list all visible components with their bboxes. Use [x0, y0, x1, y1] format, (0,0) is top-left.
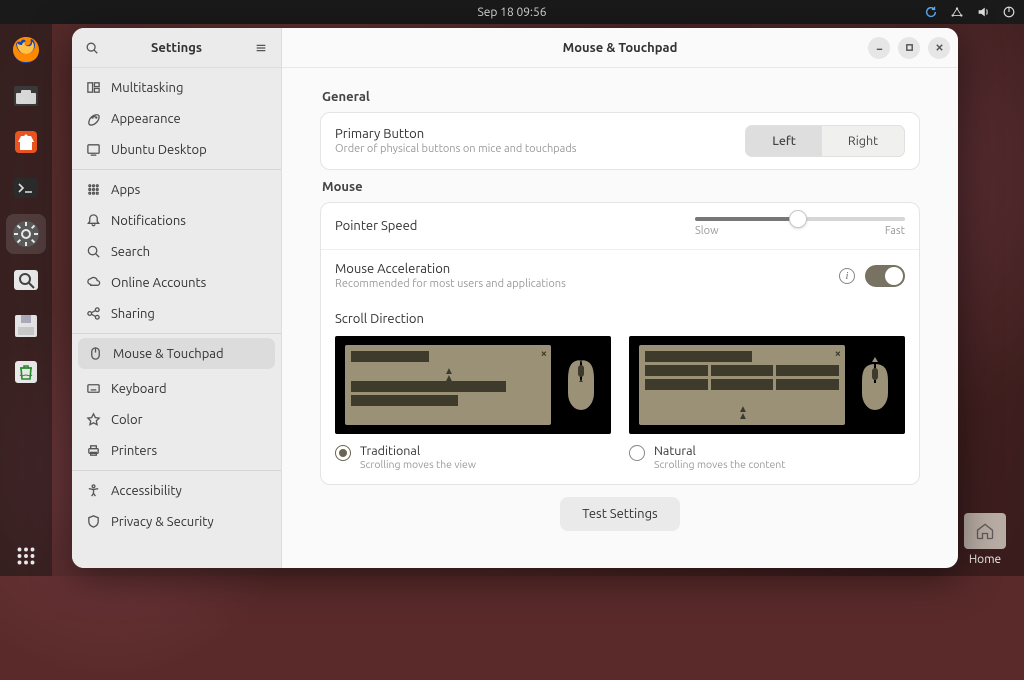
sidebar-item-label: Online Accounts — [111, 276, 206, 290]
scroll-option-natural[interactable]: × ▲▲ — [629, 336, 905, 470]
dock — [0, 24, 52, 576]
dock-app-software[interactable] — [6, 122, 46, 162]
natural-diagram: × ▲▲ — [629, 336, 905, 434]
sidebar-item-sharing[interactable]: Sharing — [72, 298, 281, 329]
traditional-radio[interactable] — [335, 445, 351, 461]
info-icon[interactable]: i — [839, 268, 855, 284]
natural-radio[interactable] — [629, 445, 645, 461]
primary-button-left[interactable]: Left — [746, 126, 822, 156]
test-settings-button[interactable]: Test Settings — [560, 497, 679, 531]
dock-app-trash[interactable] — [6, 352, 46, 392]
scroll-direction-label: Scroll Direction — [321, 302, 919, 326]
sidebar-item-label: Sharing — [111, 307, 155, 321]
sidebar-title: Settings — [151, 41, 202, 55]
sidebar-list: Multitasking Appearance Ubuntu Desktop A… — [72, 68, 281, 568]
mouse-icon — [855, 355, 895, 415]
traditional-title: Traditional — [360, 444, 476, 458]
sidebar-item-label: Accessibility — [111, 484, 182, 498]
primary-button-right[interactable]: Right — [822, 126, 904, 156]
sidebar-header: Settings — [72, 28, 281, 68]
sidebar-item-notifications[interactable]: Notifications — [72, 205, 281, 236]
sidebar-item-label: Multitasking — [111, 81, 183, 95]
slider-fast-label: Fast — [885, 225, 905, 237]
dock-app-terminal[interactable] — [6, 168, 46, 208]
sidebar-item-label: Privacy & Security — [111, 515, 214, 529]
scroll-direction-options: × ▲▲ — [321, 326, 919, 484]
status-tray[interactable] — [924, 5, 1016, 19]
sidebar-item-label: Mouse & Touchpad — [113, 347, 224, 361]
page-title: Mouse & Touchpad — [563, 41, 678, 55]
search-button[interactable] — [78, 34, 106, 62]
natural-sub: Scrolling moves the content — [654, 458, 785, 470]
primary-button-segmented: Left Right — [745, 125, 905, 157]
mouse-accel-row: Mouse Acceleration Recommended for most … — [321, 249, 919, 302]
pointer-speed-row: Pointer Speed Slow Fast — [321, 203, 919, 249]
dock-app-files[interactable] — [6, 76, 46, 116]
menu-button[interactable] — [247, 34, 275, 62]
section-title-mouse: Mouse — [322, 180, 920, 194]
dock-app-settings[interactable] — [6, 214, 46, 254]
sidebar-item-printers[interactable]: Printers — [72, 435, 281, 466]
sidebar-item-label: Apps — [111, 183, 140, 197]
refresh-icon — [924, 5, 938, 19]
top-panel: Sep 18 09:56 — [0, 0, 1024, 24]
desktop-home-label: Home — [969, 553, 1001, 566]
primary-button-sub: Order of physical buttons on mice and to… — [335, 143, 745, 155]
sidebar-item-label: Ubuntu Desktop — [111, 143, 207, 157]
network-icon — [950, 5, 964, 19]
desktop-home-icon[interactable]: Home — [964, 513, 1006, 566]
general-card: Primary Button Order of physical buttons… — [320, 112, 920, 170]
sidebar-item-appearance[interactable]: Appearance — [72, 103, 281, 134]
sidebar-item-color[interactable]: Color — [72, 404, 281, 435]
sidebar: Settings Multitasking Appearance Ubuntu … — [72, 28, 282, 568]
volume-icon — [976, 5, 990, 19]
mouse-accel-sub: Recommended for most users and applicati… — [335, 278, 839, 290]
natural-title: Natural — [654, 444, 785, 458]
slider-slow-label: Slow — [695, 225, 719, 237]
sidebar-item-mouse-touchpad[interactable]: Mouse & Touchpad — [78, 338, 275, 369]
main-pane: Mouse & Touchpad General Primary Button … — [282, 28, 958, 568]
minimize-button[interactable] — [868, 37, 890, 59]
content-area: General Primary Button Order of physical… — [282, 68, 958, 568]
sidebar-item-label: Keyboard — [111, 382, 167, 396]
sidebar-item-label: Printers — [111, 444, 157, 458]
mouse-accel-switch[interactable] — [865, 265, 905, 287]
settings-window: Settings Multitasking Appearance Ubuntu … — [72, 28, 958, 568]
primary-button-label: Primary Button — [335, 127, 745, 141]
sidebar-item-accessibility[interactable]: Accessibility — [72, 475, 281, 506]
sidebar-item-privacy[interactable]: Privacy & Security — [72, 506, 281, 537]
dock-app-disk[interactable] — [6, 306, 46, 346]
sidebar-item-label: Search — [111, 245, 150, 259]
sidebar-item-multitasking[interactable]: Multitasking — [72, 72, 281, 103]
pointer-speed-label: Pointer Speed — [335, 219, 417, 233]
scroll-option-traditional[interactable]: × ▲▲ — [335, 336, 611, 470]
section-title-general: General — [322, 90, 920, 104]
sidebar-item-ubuntu-desktop[interactable]: Ubuntu Desktop — [72, 134, 281, 165]
dock-app-firefox[interactable] — [6, 30, 46, 70]
pointer-speed-slider[interactable] — [695, 217, 905, 221]
sidebar-item-search[interactable]: Search — [72, 236, 281, 267]
sidebar-item-online-accounts[interactable]: Online Accounts — [72, 267, 281, 298]
power-icon — [1002, 5, 1016, 19]
traditional-diagram: × ▲▲ — [335, 336, 611, 434]
sidebar-item-label: Color — [111, 413, 143, 427]
maximize-button[interactable] — [898, 37, 920, 59]
dock-app-image-viewer[interactable] — [6, 260, 46, 300]
sidebar-item-label: Appearance — [111, 112, 181, 126]
sidebar-item-keyboard[interactable]: Keyboard — [72, 373, 281, 404]
mouse-icon — [561, 355, 601, 415]
close-button[interactable] — [928, 37, 950, 59]
traditional-sub: Scrolling moves the view — [360, 458, 476, 470]
clock[interactable]: Sep 18 09:56 — [478, 6, 547, 19]
mouse-card: Pointer Speed Slow Fast Mo — [320, 202, 920, 485]
primary-button-row: Primary Button Order of physical buttons… — [321, 113, 919, 169]
dock-show-apps[interactable] — [6, 536, 46, 576]
sidebar-item-label: Notifications — [111, 214, 186, 228]
main-header: Mouse & Touchpad — [282, 28, 958, 68]
sidebar-item-apps[interactable]: Apps — [72, 174, 281, 205]
mouse-accel-label: Mouse Acceleration — [335, 262, 839, 276]
